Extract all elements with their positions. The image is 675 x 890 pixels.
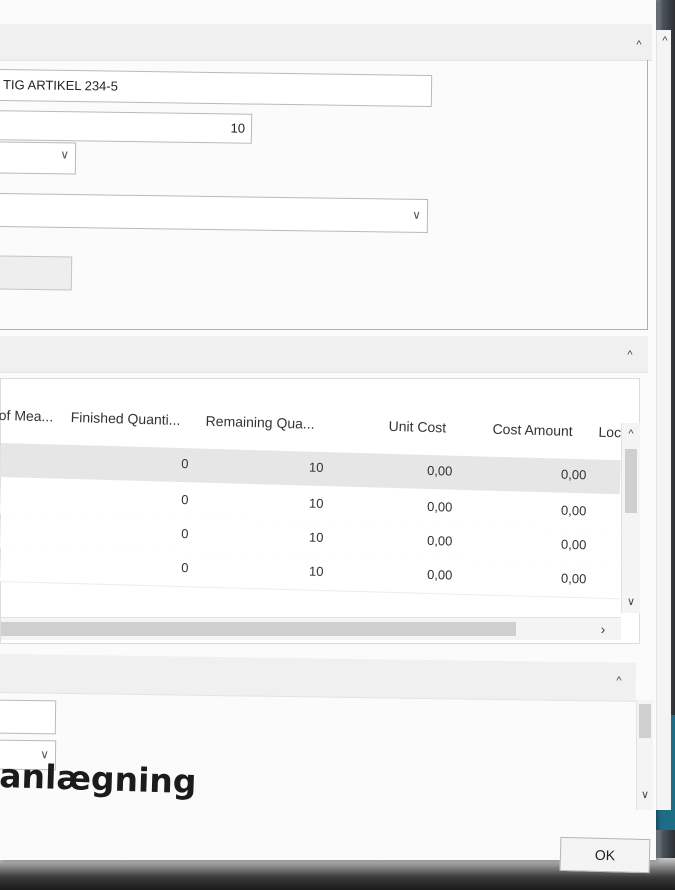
window-scrollbar[interactable] bbox=[656, 30, 671, 810]
cell-remaining[interactable]: 10 bbox=[285, 563, 324, 579]
column-uom[interactable]: of Mea... bbox=[0, 407, 53, 425]
column-remaining-quantity[interactable]: Remaining Qua... bbox=[205, 413, 314, 432]
column-location[interactable]: Loc bbox=[598, 424, 621, 441]
cell-finished[interactable]: 0 bbox=[150, 491, 189, 507]
lines-collapse-icon[interactable]: ^ bbox=[623, 348, 637, 362]
cell-cost-amount[interactable]: 0,00 bbox=[530, 502, 587, 519]
posting-fasttab-header[interactable] bbox=[0, 654, 636, 702]
cell-cost-amount[interactable]: 0,00 bbox=[530, 570, 587, 587]
general-fasttab-body: TIG ARTIKEL 234-5 10 ∨ ∨ bbox=[0, 60, 648, 330]
grid-vertical-scrollbar[interactable]: ^ ∨ bbox=[621, 423, 640, 613]
column-finished-quantity[interactable]: Finished Quanti... bbox=[71, 409, 181, 428]
general-collapse-icon[interactable]: ^ bbox=[632, 38, 646, 52]
description-field[interactable]: TIG ARTIKEL 234-5 bbox=[0, 68, 433, 108]
posting-scroll-thumb[interactable] bbox=[639, 704, 651, 738]
cell-unit-cost[interactable]: 0,00 bbox=[400, 566, 453, 583]
grid-vertical-thumb[interactable] bbox=[625, 449, 637, 513]
cell-unit-cost[interactable]: 0,00 bbox=[400, 532, 453, 549]
grid-scroll-down-icon[interactable]: ∨ bbox=[624, 595, 638, 609]
cell-finished[interactable]: 0 bbox=[150, 559, 189, 575]
location-select[interactable]: ∨ bbox=[0, 192, 429, 234]
grid-horizontal-thumb[interactable] bbox=[1, 622, 516, 636]
overlay-heading: anlægning bbox=[0, 756, 198, 802]
posting-collapse-icon[interactable]: ^ bbox=[612, 674, 626, 688]
posting-scrollbar[interactable]: ∨ bbox=[636, 700, 653, 810]
cell-finished[interactable]: 0 bbox=[150, 525, 189, 541]
cell-remaining[interactable]: 10 bbox=[285, 459, 324, 475]
lines-grid: of Mea... Finished Quanti... Remaining Q… bbox=[0, 378, 640, 644]
description-value: TIG ARTIKEL 234-5 bbox=[2, 77, 119, 94]
column-cost-amount[interactable]: Cost Amount bbox=[492, 421, 573, 439]
grid-horizontal-scrollbar[interactable]: › bbox=[1, 617, 621, 640]
cell-unit-cost[interactable]: 0,00 bbox=[400, 498, 453, 515]
cell-remaining[interactable]: 10 bbox=[285, 529, 324, 545]
column-unit-cost[interactable]: Unit Cost bbox=[388, 418, 446, 436]
grid-scroll-right-icon[interactable]: › bbox=[596, 622, 610, 636]
posting-field[interactable] bbox=[0, 699, 57, 735]
chevron-down-icon[interactable]: ∨ bbox=[412, 200, 421, 230]
grid-scroll-up-icon[interactable]: ^ bbox=[624, 427, 638, 441]
posting-scroll-down-icon[interactable]: ∨ bbox=[638, 788, 652, 802]
window-scroll-up-icon[interactable]: ^ bbox=[658, 34, 672, 48]
readonly-field bbox=[0, 255, 73, 291]
quantity-field[interactable]: 10 bbox=[0, 110, 253, 144]
cell-cost-amount[interactable]: 0,00 bbox=[530, 536, 587, 553]
cell-remaining[interactable]: 10 bbox=[285, 495, 324, 511]
chevron-down-icon[interactable]: ∨ bbox=[60, 143, 69, 165]
general-fasttab-header[interactable] bbox=[0, 24, 652, 61]
cell-cost-amount[interactable]: 0,00 bbox=[530, 466, 587, 483]
cell-unit-cost[interactable]: 0,00 bbox=[400, 462, 453, 479]
quantity-value: 10 bbox=[230, 120, 246, 136]
cell-finished[interactable]: 0 bbox=[150, 455, 189, 471]
production-order-dialog: ^ ^ TIG ARTIKEL 234-5 10 ∨ ∨ ^ of Mea...… bbox=[0, 0, 671, 860]
lines-fasttab-header[interactable] bbox=[0, 336, 648, 373]
ok-button[interactable]: OK bbox=[559, 836, 651, 874]
uom-select[interactable]: ∨ bbox=[0, 141, 77, 175]
